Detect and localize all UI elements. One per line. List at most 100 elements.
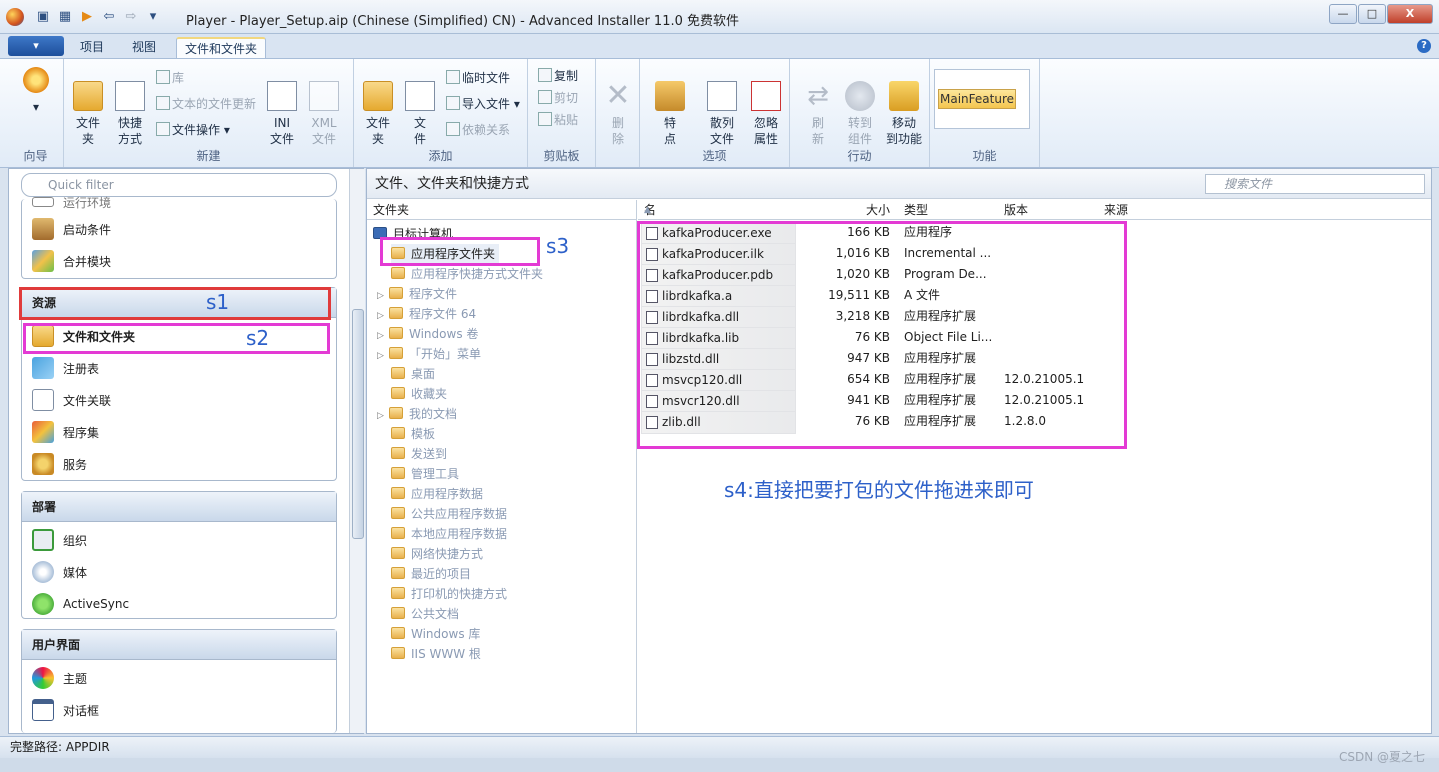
tree-item[interactable]: 管理工具 [391,464,459,484]
nav-item-themes[interactable]: 主题 [32,664,87,692]
tree-item[interactable]: 最近的项目 [391,564,471,584]
tree-item[interactable]: 应用程序快捷方式文件夹 [391,264,543,284]
annotation-label-s4: s4:直接把要打包的文件拖进来即可 [724,478,1034,502]
expand-arrow-icon[interactable]: ▷ [377,286,389,306]
quick-filter-input[interactable]: Quick filter [21,173,337,197]
paste-icon [538,112,552,126]
tab-view[interactable]: 视图 [124,37,164,58]
nav-item-assemblies[interactable]: 程序集 [32,418,99,446]
new-shortcut-button[interactable]: 快捷 方式 [110,65,150,147]
tree-item[interactable]: 桌面 [391,364,435,384]
tree-item[interactable]: 本地应用程序数据 [391,524,507,544]
folder-icon [389,347,403,359]
shortcut-icon [115,81,145,111]
delete-button[interactable]: ✕ 删 除 [598,65,638,147]
tree-item[interactable]: 收藏夹 [391,384,447,404]
build-icon[interactable]: ▦ [56,9,74,25]
nav-item-media[interactable]: 媒体 [32,558,87,586]
wizard-button[interactable]: ▾ [16,65,56,115]
move-to-feature-button[interactable]: 移动 到功能 [884,65,924,147]
customize-qat-icon[interactable]: ▾ [144,9,162,25]
nav-scrollbar[interactable] [349,169,365,733]
nav-item-file-associations[interactable]: 文件关联 [32,386,111,414]
nav-item-organization[interactable]: 组织 [32,526,87,554]
feature-selected[interactable]: MainFeature [938,89,1016,109]
tree-item[interactable]: ▷ 程序文件 [377,284,457,304]
add-file-button[interactable]: 文 件 [400,65,440,147]
cut-button[interactable]: 剪切 [538,89,578,106]
new-ini-file-button[interactable]: INI 文件 [262,65,302,147]
file-search-input[interactable]: 搜索文件 [1205,174,1425,194]
column-size[interactable]: 大小 [866,200,890,220]
folder-icon [391,527,405,539]
help-icon[interactable]: ? [1417,39,1431,53]
new-folder-button[interactable]: 文件 夹 [68,65,108,147]
tree-item[interactable]: 应用程序数据 [391,484,483,504]
scatter-file-button[interactable]: 散列 文件 [702,65,742,147]
expand-arrow-icon[interactable]: ▷ [377,406,389,426]
tree-item[interactable]: 公共文档 [391,604,459,624]
nav-item-launch-conditions[interactable]: 启动条件 [32,215,111,243]
save-icon[interactable]: ▣ [34,9,52,25]
tab-project[interactable]: 项目 [72,37,112,58]
column-source[interactable]: 来源 [1104,200,1128,220]
folder-icon [391,587,405,599]
file-operations-button[interactable]: 文件操作 ▾ [156,121,230,138]
refresh-button[interactable]: ⇄ 刷 新 [798,65,838,147]
nav-item-environment[interactable]: 运行环境 [32,195,111,209]
nav-item-dialogs[interactable]: 对话框 [32,696,99,724]
application-menu-button[interactable]: ▾ [8,36,64,56]
goto-component-button[interactable]: 转到 组件 [840,65,880,147]
tree-item[interactable]: 网络快捷方式 [391,544,483,564]
tab-files-and-folders[interactable]: 文件和文件夹 [176,37,267,58]
new-library-button[interactable]: 库 [156,69,184,86]
environment-icon [32,197,54,207]
column-type[interactable]: 类型 [904,200,928,220]
nav-item-activesync[interactable]: ActiveSync [32,590,129,618]
expand-arrow-icon[interactable]: ▷ [377,326,389,346]
folder-icon [391,567,405,579]
dependencies-button[interactable]: 依赖关系 [446,121,510,138]
properties-button[interactable]: 特 点 [650,65,690,147]
paste-button[interactable]: 粘贴 [538,111,578,128]
tree-item[interactable]: 公共应用程序数据 [391,504,507,524]
tree-item[interactable]: ▷ 「开始」菜单 [377,344,481,364]
tree-item[interactable]: ▷ 我的文档 [377,404,457,424]
folder-icon [391,267,405,279]
folder-icon [391,627,405,639]
section-header-user-interface[interactable]: 用户界面 [22,630,336,660]
nav-item-merge-modules[interactable]: 合并模块 [32,247,111,275]
close-button[interactable]: X [1387,4,1433,24]
tree-item[interactable]: Windows 库 [391,624,480,644]
tree-item[interactable]: ▷ Windows 卷 [377,324,478,344]
library-icon [156,70,170,84]
import-file-button[interactable]: 导入文件 ▾ [446,95,520,112]
run-icon[interactable]: ▶ [78,9,96,25]
tree-item[interactable]: IIS WWW 根 [391,644,481,664]
nav-scrollbar-thumb[interactable] [352,309,364,539]
tree-item[interactable]: 发送到 [391,444,447,464]
column-version[interactable]: 版本 [1004,200,1028,220]
expand-arrow-icon[interactable]: ▷ [377,306,389,326]
tree-item[interactable]: 打印机的快捷方式 [391,584,507,604]
text-file-update-button[interactable]: 文本的文件更新 [156,95,256,112]
tree-item[interactable]: ▷ 程序文件 64 [377,304,476,324]
maximize-button[interactable]: □ [1358,4,1386,24]
add-folder-button[interactable]: 文件 夹 [358,65,398,147]
temp-file-button[interactable]: 临时文件 [446,69,510,86]
ignore-properties-button[interactable]: 忽略 属性 [746,65,786,147]
nav-item-services[interactable]: 服务 [32,450,87,478]
back-icon[interactable]: ⇦ [100,9,118,25]
new-xml-file-button[interactable]: XML 文件 [304,65,344,147]
expand-arrow-icon[interactable]: ▷ [377,346,389,366]
copy-button[interactable]: 复制 [538,67,578,84]
nav-item-registry[interactable]: 注册表 [32,354,99,382]
group-add: 文件 夹 文 件 临时文件 导入文件 ▾ 依赖关系 添加 [354,59,528,167]
minimize-button[interactable]: — [1329,4,1357,24]
title-bar: ▣ ▦ ▶ ⇦ ⇨ ▾ Player - Player_Setup.aip (C… [0,0,1439,34]
app-logo-icon[interactable] [6,8,24,26]
forward-icon[interactable]: ⇨ [122,9,140,25]
section-header-deployment[interactable]: 部署 [22,492,336,522]
tree-item[interactable]: 模板 [391,424,435,444]
wizard-wand-icon [21,65,51,95]
